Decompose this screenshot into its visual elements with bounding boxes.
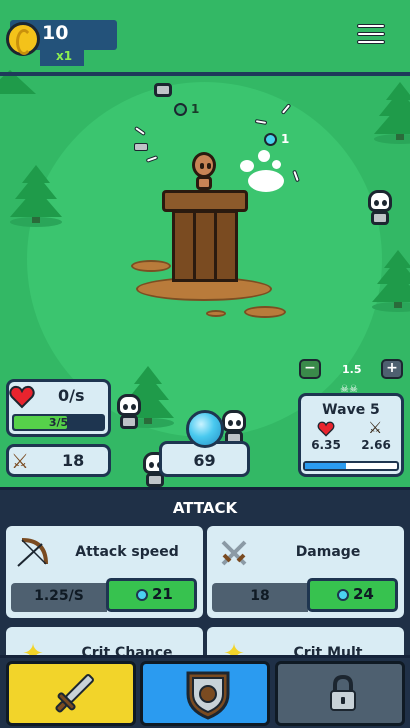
topbar-divider [0, 72, 410, 76]
health-current-max: 3/5 [48, 416, 69, 429]
upgrade-crit-chance[interactable]: ✦ Crit Chance [6, 627, 203, 655]
enemy-health-value: 6.35 [311, 438, 341, 452]
gem-drop-amount: 1 [281, 132, 290, 146]
crit-mult-icon: ✦ [223, 639, 245, 655]
gem-orb-icon [186, 410, 224, 448]
hamburger-menu-icon[interactable] [354, 20, 388, 50]
mud-patch [206, 310, 226, 317]
skeleton-enemy [114, 394, 144, 432]
wooden-tower [162, 190, 248, 290]
speed-increase-button[interactable]: + [381, 359, 403, 379]
upgrade-attack-speed: Attack speed 1.25/S 21 [6, 526, 203, 618]
bottom-nav [0, 655, 410, 728]
speed-decrease-button[interactable]: − [299, 359, 321, 379]
coin-multiplier: x1 [56, 49, 73, 63]
damage-value: 18 [62, 451, 85, 470]
upgrade-current-value: 18 [250, 588, 270, 604]
upgrade-panel: ATTACK Attack speed 1.25/S 21 Damage 18 … [0, 487, 410, 655]
enemy-health-icon [317, 421, 335, 437]
tab-locked[interactable] [275, 661, 405, 726]
bone-particle [134, 143, 148, 151]
crossed-swords-icon [217, 536, 251, 570]
upgrade-crit-mult[interactable]: ✦ Crit Mult [207, 627, 404, 655]
mud-patch [244, 306, 286, 318]
wave-title: Wave 5 [322, 402, 380, 418]
upgrade-title: Crit Mult [293, 645, 363, 655]
tab-defense[interactable] [140, 661, 270, 726]
enemy-damage-icon: ⚔ [368, 418, 383, 437]
health-regen-value: 0/s [58, 386, 85, 405]
upgrade-title: Attack speed [75, 544, 179, 560]
skeleton-enemy [365, 190, 395, 228]
gem-icon [136, 589, 148, 601]
bow-icon [16, 536, 50, 570]
panel-title: ATTACK [172, 499, 238, 517]
sword-icon [55, 674, 94, 713]
upgrade-cost: 21 [152, 585, 173, 603]
crit-chance-icon: ✦ [22, 639, 44, 655]
gem-drop-icon [264, 133, 277, 146]
tab-attack[interactable] [6, 661, 136, 726]
crossed-swords-icon: ⚔ [11, 449, 29, 473]
skeleton-enemy [148, 62, 178, 100]
upgrade-title: Damage [295, 544, 361, 560]
upgrade-damage: Damage 18 24 [207, 526, 404, 618]
gem-count: 69 [193, 451, 216, 470]
coin-icon [6, 22, 40, 56]
heart-icon [9, 385, 35, 409]
upgrade-title: Crit Chance [81, 645, 173, 655]
upgrade-cost: 24 [353, 585, 374, 603]
upgrade-current-value: 1.25/S [34, 588, 84, 604]
gem-icon [337, 589, 349, 601]
shield-icon [186, 671, 230, 720]
speed-value: 1.5 [342, 363, 362, 376]
wave-progress-bar [303, 461, 399, 471]
hero-character [190, 152, 218, 192]
wave-progress-fill [305, 463, 347, 469]
lock-icon [330, 674, 356, 711]
gem-drop-icon [174, 103, 187, 116]
gem-drop-amount: 1 [191, 102, 200, 116]
coin-amount: 10 [42, 22, 69, 44]
enemy-damage-value: 2.66 [361, 438, 391, 452]
